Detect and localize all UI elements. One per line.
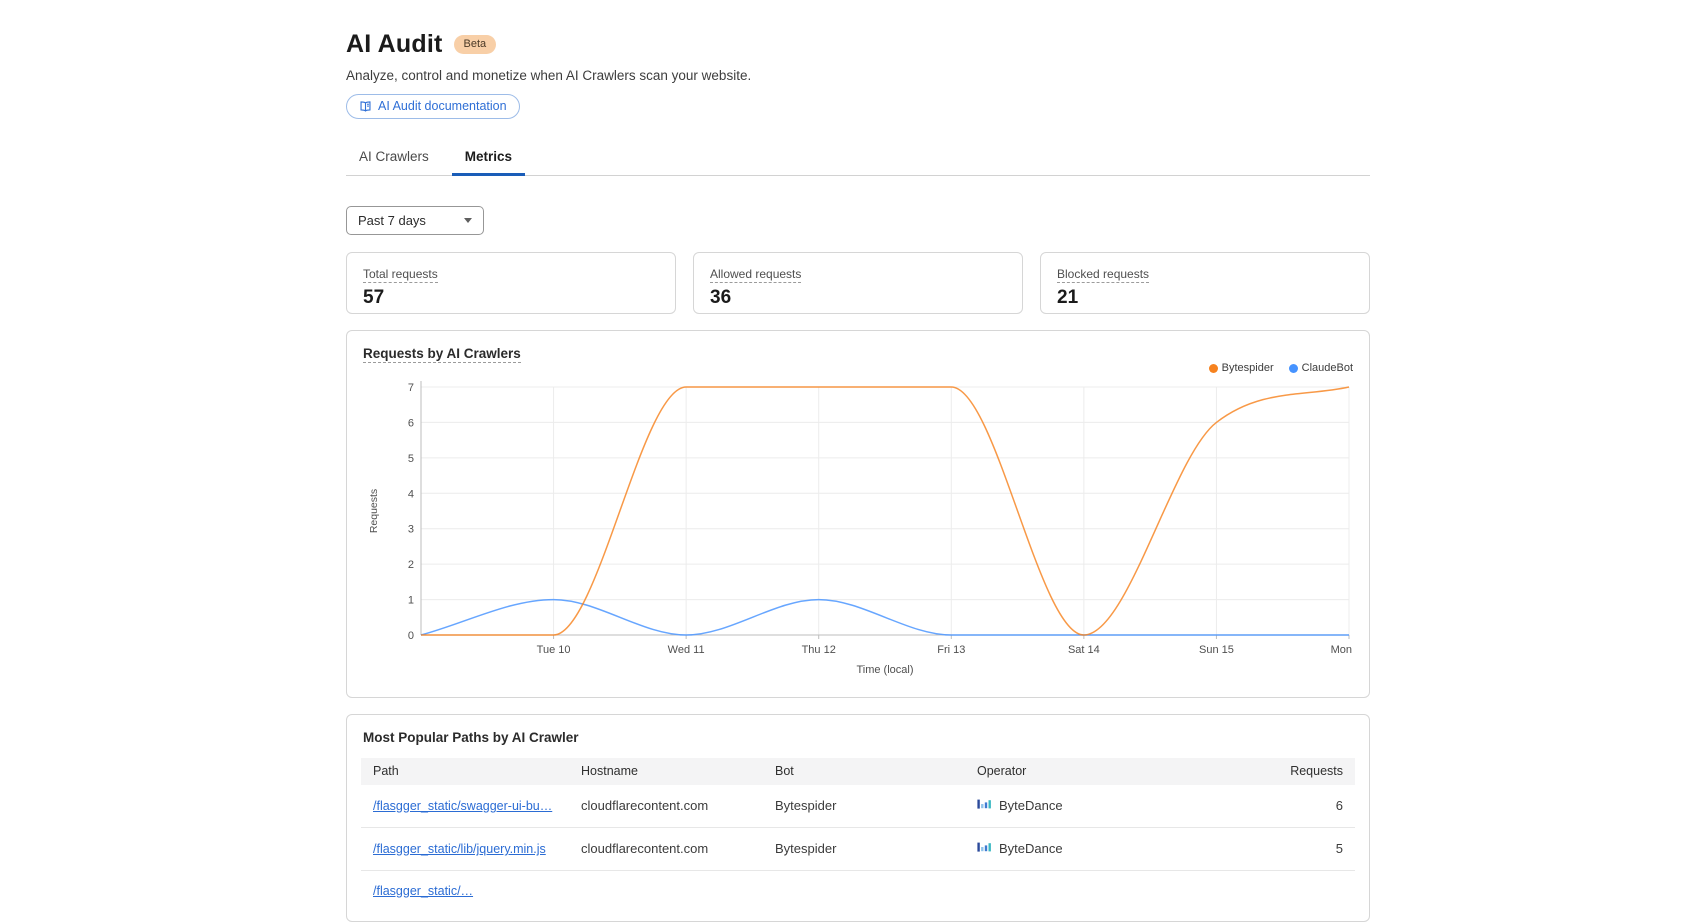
- column-header-path: Path: [361, 758, 569, 785]
- bot-cell: Bytespider: [763, 829, 965, 869]
- x-tick-label: Fri 13: [937, 644, 965, 656]
- y-tick-label: 7: [408, 382, 414, 394]
- requests-cell: [1235, 879, 1355, 904]
- legend-item-bytespider[interactable]: Bytespider: [1209, 362, 1274, 374]
- y-tick-label: 3: [408, 524, 414, 536]
- x-tick-label: Mon 16: [1331, 644, 1353, 656]
- y-tick-label: 4: [408, 488, 414, 500]
- x-tick-label: Wed 11: [668, 644, 705, 656]
- hostname-cell: cloudflarecontent.com: [569, 829, 763, 869]
- tab-metrics[interactable]: Metrics: [452, 141, 525, 175]
- y-tick-label: 5: [408, 453, 414, 465]
- tab-ai-crawlers[interactable]: AI Crawlers: [346, 141, 442, 175]
- requests-line-chart[interactable]: 0 1 2 3 4 5 6 7 Tue 10 Wed 11 Thu 12 Fri 13 Sat 14 Su…: [363, 375, 1353, 687]
- y-tick-label: 6: [408, 417, 414, 429]
- legend-dot-icon: [1289, 364, 1298, 373]
- main-content: AI Audit Beta Analyze, control and monet…: [346, 0, 1370, 922]
- ai-audit-documentation-button[interactable]: AI Audit documentation: [346, 94, 520, 119]
- series-line-bytespider: [421, 387, 1349, 635]
- beta-badge: Beta: [454, 35, 497, 54]
- column-header-hostname: Hostname: [569, 758, 763, 785]
- operator-cell: ByteDance: [965, 785, 1235, 827]
- bytedance-logo-icon: [977, 797, 991, 814]
- requests-cell: 5: [1235, 829, 1355, 869]
- column-header-bot: Bot: [763, 758, 965, 785]
- time-range-value: Past 7 days: [358, 213, 426, 228]
- legend-label: Bytespider: [1222, 362, 1274, 374]
- page-subtitle: Analyze, control and monetize when AI Cr…: [346, 68, 1370, 83]
- legend-item-claudebot[interactable]: ClaudeBot: [1289, 362, 1353, 374]
- tabs: AI Crawlers Metrics: [346, 141, 1370, 176]
- y-tick-label: 2: [408, 559, 414, 571]
- operator-name: ByteDance: [999, 798, 1063, 813]
- table-row: /flasgger_static/swagger-ui-bu… cloudflar…: [361, 785, 1355, 827]
- stat-value-allowed-requests: 36: [710, 287, 1006, 309]
- book-icon: [359, 100, 372, 113]
- bytedance-logo-icon: [977, 840, 991, 857]
- stat-label-total-requests[interactable]: Total requests: [363, 267, 438, 283]
- table-header-row: Path Hostname Bot Operator Requests: [361, 758, 1355, 785]
- operator-cell: ByteDance: [965, 828, 1235, 870]
- time-range-select[interactable]: Past 7 days: [346, 206, 484, 235]
- table-title: Most Popular Paths by AI Crawler: [347, 715, 1369, 758]
- stat-label-allowed-requests[interactable]: Allowed requests: [710, 267, 801, 283]
- legend-dot-icon: [1209, 364, 1218, 373]
- path-link[interactable]: /flasgger_static/…: [373, 884, 473, 898]
- y-tick-label: 1: [408, 595, 414, 607]
- table-row: /flasgger_static/lib/jquery.min.js cloudf…: [361, 827, 1355, 870]
- y-axis-title: Requests: [368, 489, 380, 533]
- path-link[interactable]: /flasgger_static/swagger-ui-bu…: [373, 799, 552, 813]
- chart-title[interactable]: Requests by AI Crawlers: [363, 346, 521, 363]
- x-tick-label: Tue 10: [537, 644, 571, 656]
- hostname-cell: [569, 879, 763, 904]
- x-tick-label: Thu 12: [802, 644, 836, 656]
- page-title: AI Audit: [346, 30, 443, 59]
- bot-cell: Bytespider: [763, 786, 965, 826]
- table-row: /flasgger_static/…: [361, 870, 1355, 911]
- y-tick-label: 0: [408, 630, 414, 642]
- column-header-operator: Operator: [965, 758, 1235, 785]
- bot-cell: [763, 879, 965, 904]
- chevron-down-icon: [464, 218, 472, 223]
- x-tick-label: Sun 15: [1199, 644, 1234, 656]
- page-header: AI Audit Beta: [346, 30, 1370, 59]
- chart-legend: Bytespider ClaudeBot: [1209, 362, 1353, 374]
- stats-row: Total requests 57 Allowed requests 36 Bl…: [346, 252, 1370, 314]
- requests-chart-card: Requests by AI Crawlers Bytespider Claude…: [346, 330, 1370, 698]
- stat-value-total-requests: 57: [363, 287, 659, 309]
- x-tick-label: Sat 14: [1068, 644, 1100, 656]
- column-header-requests: Requests: [1235, 758, 1355, 785]
- operator-name: ByteDance: [999, 841, 1063, 856]
- hostname-cell: cloudflarecontent.com: [569, 786, 763, 826]
- stat-card-allowed-requests: Allowed requests 36: [693, 252, 1023, 314]
- table-body: /flasgger_static/swagger-ui-bu… cloudflar…: [361, 785, 1355, 911]
- legend-label: ClaudeBot: [1302, 362, 1353, 374]
- operator-cell: [965, 879, 1235, 904]
- x-axis-title: Time (local): [856, 664, 913, 676]
- stat-value-blocked-requests: 21: [1057, 287, 1353, 309]
- popular-paths-card: Most Popular Paths by AI Crawler Path Ho…: [346, 714, 1370, 922]
- stat-card-total-requests: Total requests 57: [346, 252, 676, 314]
- series-line-claudebot: [421, 600, 1349, 635]
- stat-label-blocked-requests: Blocked requests: [1057, 267, 1149, 283]
- stat-card-blocked-requests: Blocked requests 21: [1040, 252, 1370, 314]
- path-link[interactable]: /flasgger_static/lib/jquery.min.js: [373, 842, 546, 856]
- requests-cell: 6: [1235, 786, 1355, 826]
- doc-button-label: AI Audit documentation: [378, 99, 507, 113]
